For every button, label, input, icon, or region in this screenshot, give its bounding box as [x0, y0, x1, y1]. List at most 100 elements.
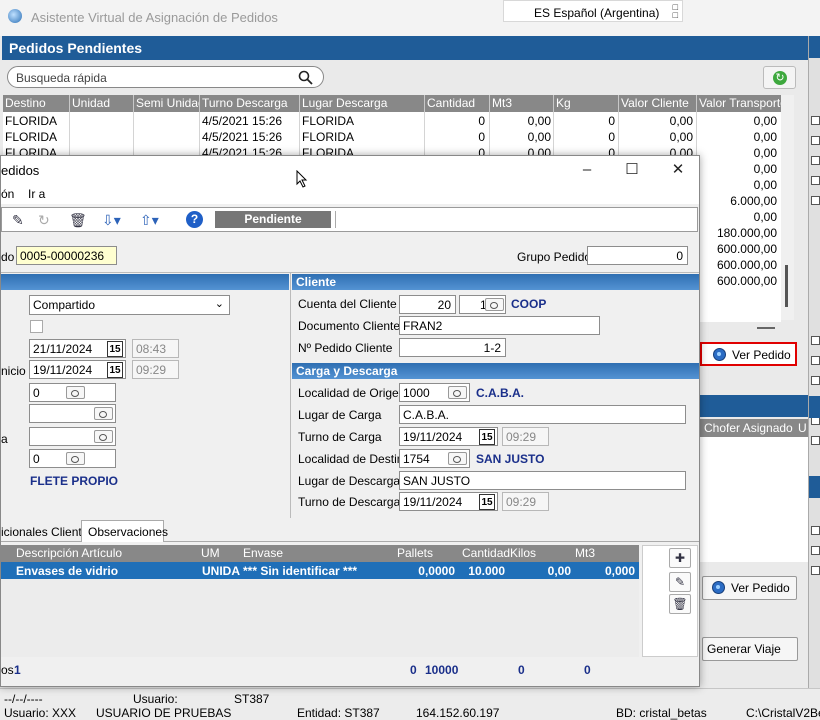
undo-icon[interactable]: ↻	[38, 212, 50, 229]
edit-item-icon[interactable]: ✎	[669, 572, 691, 592]
localidad-destino-name: SAN JUSTO	[476, 452, 545, 466]
lookup-icon[interactable]	[448, 452, 467, 465]
tab-adicionales-cliente[interactable]: icionales Cliente	[1, 525, 88, 539]
dialog-toolbar: ✎ ↻ 🗑 ⇩▾ ⇧▾ ? Pendiente	[1, 207, 698, 232]
magnifier-icon	[713, 348, 726, 361]
calendar-icon[interactable]: 15	[479, 429, 495, 445]
cell-valor-transporte: 0,00	[753, 162, 777, 176]
documento-cliente-field[interactable]: FRAN2	[399, 316, 600, 335]
menu-item-opcion[interactable]: ón	[1, 187, 14, 201]
scrollbar-thumb[interactable]	[785, 265, 788, 307]
col-semi-unidad[interactable]: Semi Unidad	[134, 95, 200, 112]
table-row[interactable]: Envases de vidrio UNIDA *** Sin identifi…	[1, 562, 639, 579]
calendar-icon[interactable]: 15	[107, 341, 123, 357]
col-valor-transporte[interactable]: Valor Transporte	[697, 95, 781, 112]
nro-pedido-cliente-field[interactable]: 1-2	[399, 338, 506, 357]
documento-cliente-label: Documento Cliente	[298, 319, 401, 333]
refresh-button[interactable]: ↻	[763, 66, 796, 89]
lugar-descarga-field[interactable]: SAN JUSTO	[399, 471, 686, 490]
col-envase[interactable]: Envase	[243, 546, 283, 560]
lookup-icon[interactable]	[66, 452, 85, 465]
status-path: C:\CristalV2Be	[746, 706, 820, 720]
language-scroll-icon[interactable]: □ □	[673, 3, 678, 20]
localidad-destino-code: 1754	[403, 452, 430, 466]
status-usuario-value: ST387	[234, 692, 270, 706]
pedido-number-field[interactable]: 0005-00000236	[16, 246, 117, 265]
calendar-icon[interactable]: 15	[479, 494, 495, 510]
close-icon[interactable]: ✕	[655, 158, 699, 182]
col-pallets[interactable]: Pallets	[397, 546, 433, 560]
cell-valor-transporte: 0,00	[753, 114, 777, 128]
items-grid-body	[1, 579, 639, 657]
trash-icon[interactable]: 🗑	[69, 212, 87, 229]
col-destino[interactable]: Destino	[3, 95, 70, 112]
lookup-icon[interactable]	[94, 430, 113, 443]
language-indicator[interactable]: ES Español (Argentina) □ □	[503, 0, 683, 22]
app-logo-icon	[8, 9, 22, 23]
assigned-grid-body	[700, 437, 808, 562]
search-icon[interactable]	[298, 70, 313, 85]
turno-descarga-label: Turno de Descarga	[298, 495, 401, 509]
col-cantidad[interactable]: Cantidad	[462, 546, 510, 560]
cell-cantidad: 0	[478, 114, 485, 128]
col-turno-descarga[interactable]: Turno Descarga	[200, 95, 300, 112]
cuenta-cliente-field[interactable]: 20	[399, 295, 456, 314]
col-kg[interactable]: Kg	[554, 95, 619, 112]
col-cantidad[interactable]: Cantidad	[425, 95, 490, 112]
lookup-icon[interactable]	[94, 407, 113, 420]
calendar-icon[interactable]: 15	[107, 362, 123, 378]
add-item-icon[interactable]: ✚	[669, 548, 691, 568]
col-valor-cliente[interactable]: Valor Cliente	[619, 95, 697, 112]
a-label: a	[1, 432, 8, 446]
turno-descarga-time-field[interactable]: 09:29	[502, 492, 549, 511]
items-grid-header: Descripción Artículo UM Envase Pallets C…	[1, 545, 639, 562]
cell-mt3: 0,00	[527, 114, 551, 128]
tab-observaciones[interactable]: Observaciones	[88, 525, 168, 539]
hora-inicio-field[interactable]: 09:29	[132, 360, 179, 379]
help-icon[interactable]: ?	[186, 211, 203, 228]
lookup-icon[interactable]	[485, 298, 504, 311]
col-lugar-descarga[interactable]: Lugar Descarga	[300, 95, 425, 112]
nro-pedido-cliente-label: Nº Pedido Cliente	[298, 341, 393, 355]
col-unidad[interactable]: Unidad	[70, 95, 134, 112]
ver-pedido-button[interactable]: Ver Pedido	[700, 342, 797, 366]
menu-item-ir-a[interactable]: Ir a	[28, 187, 45, 201]
col-um[interactable]: UM	[201, 546, 220, 560]
grupo-pedido-field[interactable]: 0	[587, 246, 688, 265]
dialog-tabs: icionales Cliente Observaciones	[1, 520, 699, 542]
status-user: Usuario: XXX	[4, 706, 77, 720]
pending-grid-header: Destino Unidad Semi Unidad Turno Descarg…	[3, 95, 781, 112]
lookup-icon[interactable]	[66, 386, 85, 399]
tipo-select[interactable]: Compartido ⌄	[29, 295, 230, 315]
ver-pedido-button-2[interactable]: Ver Pedido	[702, 576, 797, 600]
carga-descarga-section-header: Carga y Descarga	[292, 363, 699, 379]
col-kilos[interactable]: Kilos	[510, 546, 536, 560]
down-arrow-icon[interactable]: ⇩▾	[102, 212, 121, 229]
col-descripcion[interactable]: Descripción Artículo	[16, 546, 122, 560]
generar-viaje-button[interactable]: Generar Viaje	[702, 637, 798, 661]
chofer-column-header[interactable]: Chofer Asignado U	[700, 419, 808, 437]
turno-carga-time-field[interactable]: 09:29	[502, 427, 549, 446]
app-title: Asistente Virtual de Asignación de Pedid…	[31, 10, 278, 25]
quick-search-input[interactable]: Busqueda rápida	[7, 66, 324, 88]
lugar-carga-field[interactable]: C.A.B.A.	[399, 405, 686, 424]
maximize-icon[interactable]: ☐	[609, 158, 655, 182]
col-mt3[interactable]: Mt3	[575, 546, 595, 560]
hora-field[interactable]: 08:43	[132, 339, 179, 358]
col-mt3[interactable]: Mt3	[490, 95, 554, 112]
splitter-handle[interactable]	[757, 327, 775, 329]
up-arrow-icon[interactable]: ⇧▾	[140, 212, 159, 229]
totals-pallets: 0	[410, 663, 417, 677]
status-database: BD: cristal_betas	[616, 706, 707, 720]
general-section-header	[1, 274, 289, 290]
minimize-icon[interactable]: –	[564, 158, 610, 182]
pending-grid-scrollbar[interactable]	[781, 95, 794, 320]
assigned-panel-header	[700, 395, 808, 417]
tipo-select-value: Compartido	[33, 298, 96, 312]
totals-count: 1	[14, 663, 21, 677]
edit-icon[interactable]: ✎	[12, 212, 24, 229]
lookup-icon[interactable]	[448, 386, 467, 399]
localidad-origen-code: 1000	[403, 386, 430, 400]
delete-item-icon[interactable]: 🗑	[669, 594, 691, 614]
checkbox[interactable]	[30, 320, 43, 333]
